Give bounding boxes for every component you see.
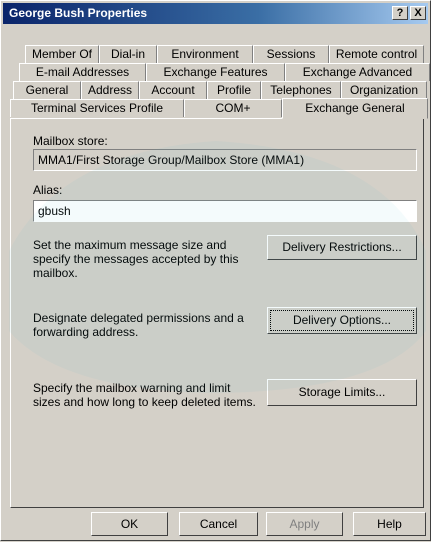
tab-email-addresses[interactable]: E-mail Addresses bbox=[19, 63, 146, 81]
tab-com-plus[interactable]: COM+ bbox=[184, 99, 282, 117]
delivery-options-button[interactable]: Delivery Options... bbox=[267, 307, 417, 334]
tab-telephones[interactable]: Telephones bbox=[261, 81, 341, 99]
window-title: George Bush Properties bbox=[9, 6, 148, 20]
tab-general[interactable]: General bbox=[13, 81, 81, 99]
apply-button[interactable]: Apply bbox=[266, 512, 343, 536]
alias-label: Alias: bbox=[33, 183, 63, 197]
properties-dialog: George Bush Properties ? X Member Of Dia… bbox=[0, 0, 431, 541]
cancel-button[interactable]: Cancel bbox=[179, 512, 258, 536]
alias-input[interactable]: gbush bbox=[33, 200, 417, 222]
title-bar[interactable]: George Bush Properties ? X bbox=[3, 3, 428, 24]
delivery-restrictions-button[interactable]: Delivery Restrictions... bbox=[267, 235, 417, 260]
storage-limits-description: Specify the mailbox warning and limit si… bbox=[33, 381, 256, 409]
close-button[interactable]: X bbox=[410, 6, 426, 20]
tab-terminal-services-profile[interactable]: Terminal Services Profile bbox=[10, 99, 184, 117]
tab-dial-in[interactable]: Dial-in bbox=[99, 45, 157, 63]
mailbox-store-label: Mailbox store: bbox=[33, 134, 108, 148]
help-button[interactable]: ? bbox=[392, 6, 408, 20]
ok-button[interactable]: OK bbox=[91, 512, 168, 536]
mailbox-store-field: MMA1/First Storage Group/Mailbox Store (… bbox=[33, 149, 417, 171]
tab-sessions[interactable]: Sessions bbox=[253, 45, 329, 63]
tab-exchange-general[interactable]: Exchange General bbox=[282, 98, 428, 119]
storage-limits-button[interactable]: Storage Limits... bbox=[267, 379, 417, 406]
tab-member-of[interactable]: Member Of bbox=[25, 45, 99, 63]
tab-environment[interactable]: Environment bbox=[157, 45, 253, 63]
tab-address[interactable]: Address bbox=[81, 81, 139, 99]
tab-exchange-advanced[interactable]: Exchange Advanced bbox=[285, 63, 430, 81]
tab-profile[interactable]: Profile bbox=[207, 81, 261, 99]
tab-remote-control[interactable]: Remote control bbox=[329, 45, 424, 63]
tab-organization[interactable]: Organization bbox=[341, 81, 427, 99]
help-footer-button[interactable]: Help bbox=[353, 512, 426, 536]
delivery-restrictions-description: Set the maximum message size and specify… bbox=[33, 238, 239, 280]
delivery-options-description: Designate delegated permissions and a fo… bbox=[33, 311, 244, 339]
tab-account[interactable]: Account bbox=[139, 81, 207, 99]
tab-exchange-features[interactable]: Exchange Features bbox=[146, 63, 285, 81]
